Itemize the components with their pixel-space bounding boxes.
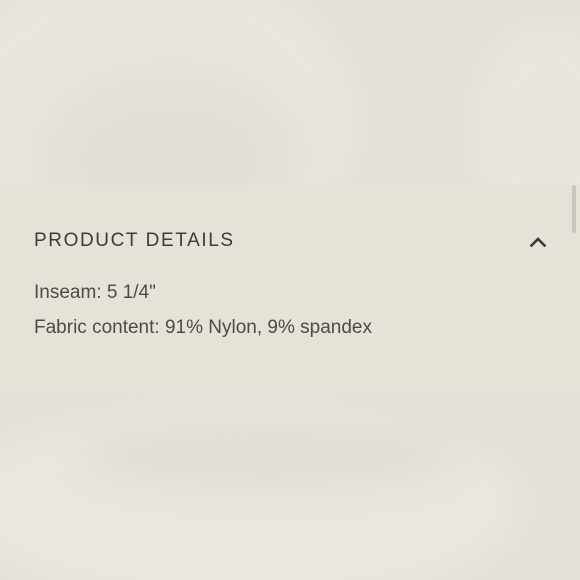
background-blur-shape xyxy=(470,20,580,185)
detail-fabric-content: Fabric content: 91% Nylon, 9% spandex xyxy=(34,317,372,338)
product-details-panel: PRODUCT DETAILS Inseam: 5 1/4" Fabric co… xyxy=(0,185,580,395)
background-blur-shape xyxy=(80,425,460,485)
page: PRODUCT DETAILS Inseam: 5 1/4" Fabric co… xyxy=(0,0,580,580)
chevron-up-icon xyxy=(530,236,546,247)
detail-inseam: Inseam: 5 1/4" xyxy=(34,282,156,303)
product-details-title: PRODUCT DETAILS xyxy=(34,230,235,251)
product-details-header[interactable]: PRODUCT DETAILS xyxy=(34,230,554,252)
background-image-bottom xyxy=(0,395,580,580)
scrollbar-thumb[interactable] xyxy=(572,185,576,233)
collapse-toggle-button[interactable] xyxy=(526,230,550,252)
background-image-top xyxy=(0,0,580,185)
